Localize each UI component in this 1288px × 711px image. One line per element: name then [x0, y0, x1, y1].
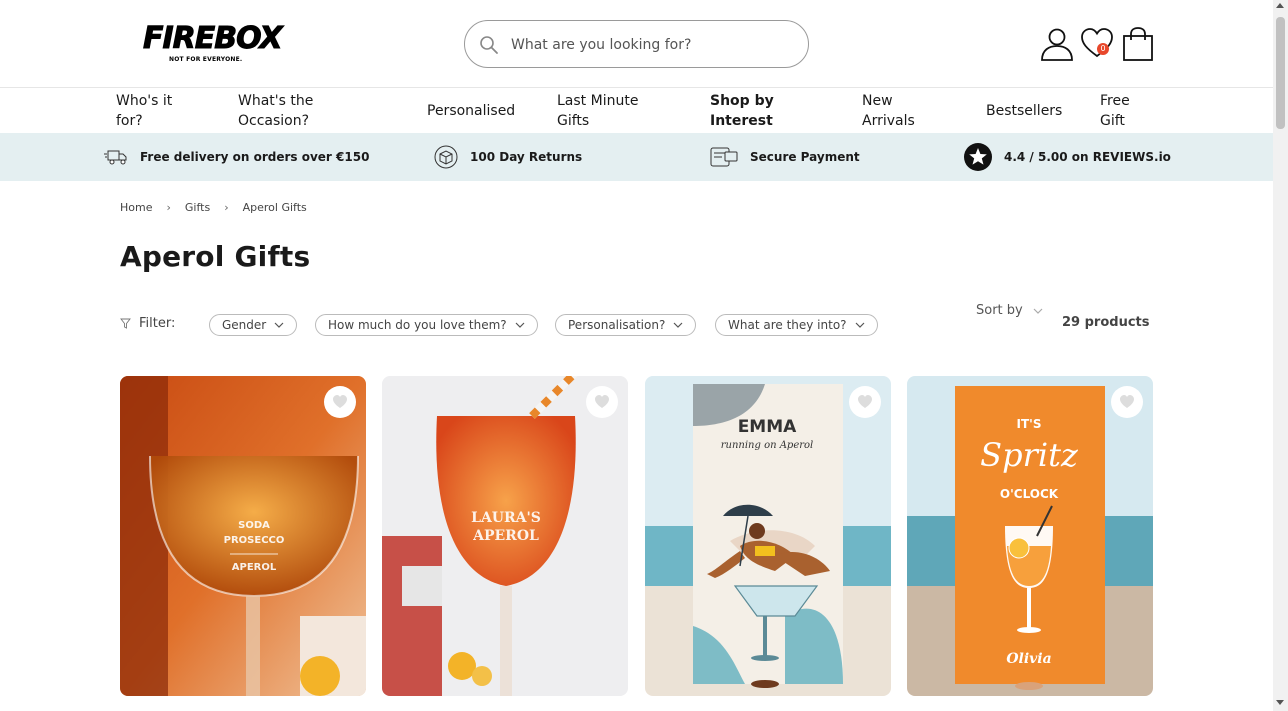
page-scrollbar[interactable]	[1273, 0, 1288, 711]
search-bar	[464, 20, 809, 68]
heart-icon	[858, 395, 872, 408]
sort-label: Sort by	[976, 303, 1023, 318]
star-badge-icon	[964, 143, 992, 171]
product-count: 29 products	[1062, 315, 1150, 330]
main-navigation: Who's it for? What's the Occasion? Persona…	[0, 89, 1273, 133]
card-icon	[710, 147, 738, 167]
svg-text:APEROL: APEROL	[232, 562, 277, 573]
scroll-up-arrow-icon[interactable]	[1276, 3, 1284, 8]
filter-pill-label: How much do you love them?	[328, 318, 507, 332]
svg-text:LAURA'S: LAURA'S	[471, 510, 541, 526]
nav-free-gift[interactable]: Free Gift	[1100, 91, 1130, 131]
chevron-right-icon: ›	[224, 201, 229, 214]
breadcrumb-current: Aperol Gifts	[242, 201, 307, 214]
breadcrumb: Home › Gifts › Aperol Gifts	[120, 201, 307, 214]
site-header: FIREBOX NOT FOR EVERYONE. 0	[0, 0, 1273, 88]
product-card[interactable]: LAURA'S APEROL	[382, 376, 628, 696]
filter-label-text: Filter:	[139, 316, 176, 331]
product-image[interactable]: EMMA running on Aperol	[645, 376, 891, 696]
wishlist-count-badge: 0	[1097, 43, 1109, 55]
chevron-right-icon: ›	[166, 201, 171, 214]
heart-icon	[595, 395, 609, 408]
chevron-down-icon	[515, 322, 525, 328]
nav-bestsellers[interactable]: Bestsellers	[986, 101, 1062, 121]
page-title: Aperol Gifts	[120, 240, 311, 273]
breadcrumb-home[interactable]: Home	[120, 201, 152, 214]
svg-text:O'CLOCK: O'CLOCK	[1000, 487, 1059, 501]
scrollbar-thumb[interactable]	[1276, 17, 1285, 129]
usp-secure-payment: Secure Payment	[710, 133, 860, 181]
add-to-wishlist-button[interactable]	[586, 386, 618, 418]
firebox-logo[interactable]: FIREBOX NOT FOR EVERYONE.	[143, 21, 284, 66]
usp-reviews[interactable]: 4.4 / 5.00 on REVIEWS.io	[964, 133, 1171, 181]
product-image[interactable]: IT'S Spritz O'CLOCK Olivia	[907, 376, 1153, 696]
filter-pill-label: What are they into?	[728, 318, 847, 332]
svg-text:SODA: SODA	[238, 520, 270, 531]
sort-dropdown[interactable]: Sort by	[976, 303, 1043, 318]
product-image[interactable]: SODA PROSECCO APEROL	[120, 376, 366, 696]
usp-label: Free delivery on orders over €150	[140, 150, 370, 164]
usp-label: 4.4 / 5.00 on REVIEWS.io	[1004, 150, 1171, 164]
nav-new-arrivals[interactable]: New Arrivals	[862, 91, 915, 131]
svg-text:running on Aperol: running on Aperol	[721, 440, 814, 451]
svg-text:Spritz: Spritz	[980, 436, 1079, 474]
product-card[interactable]: IT'S Spritz O'CLOCK Olivia	[907, 376, 1153, 696]
usp-label: 100 Day Returns	[470, 150, 583, 164]
search-input[interactable]	[511, 33, 791, 57]
logo-tagline: NOT FOR EVERYONE.	[169, 56, 243, 63]
scroll-down-arrow-icon[interactable]	[1276, 700, 1284, 705]
account-icon[interactable]	[1040, 26, 1074, 62]
product-card[interactable]: EMMA running on Aperol	[645, 376, 891, 696]
chevron-down-icon	[855, 322, 864, 328]
filter-label[interactable]: Filter:	[120, 316, 175, 331]
nav-personalised[interactable]: Personalised	[427, 101, 515, 121]
product-card[interactable]: SODA PROSECCO APEROL	[120, 376, 366, 696]
add-to-wishlist-button[interactable]	[849, 386, 881, 418]
filter-funnel-icon	[120, 318, 131, 329]
chevron-down-icon	[274, 322, 284, 328]
usp-returns: 100 Day Returns	[434, 133, 582, 181]
usp-free-delivery: Free delivery on orders over €150	[104, 133, 369, 181]
usp-bar: Free delivery on orders over €150 100 Da…	[0, 133, 1273, 181]
search-icon[interactable]	[479, 35, 499, 55]
svg-text:IT'S: IT'S	[1017, 417, 1042, 431]
filter-pill-label: Gender	[222, 318, 267, 332]
heart-icon	[333, 395, 347, 408]
truck-icon	[104, 150, 127, 165]
add-to-wishlist-button[interactable]	[1111, 386, 1143, 418]
filter-personalisation[interactable]: Personalisation?	[555, 314, 697, 336]
svg-text:APEROL: APEROL	[472, 528, 539, 544]
product-image[interactable]: LAURA'S APEROL	[382, 376, 628, 696]
svg-text:Olivia: Olivia	[1006, 651, 1051, 667]
nav-occasion[interactable]: What's the Occasion?	[238, 91, 313, 131]
logo-wordmark: FIREBOX	[143, 21, 284, 56]
box-return-icon	[434, 145, 458, 169]
filter-gender[interactable]: Gender	[209, 314, 298, 336]
svg-text:PROSECCO: PROSECCO	[224, 535, 285, 546]
breadcrumb-gifts[interactable]: Gifts	[185, 201, 210, 214]
wishlist-heart-icon[interactable]	[1080, 26, 1114, 62]
filter-pill-label: Personalisation?	[568, 318, 666, 332]
nav-shop-by-interest[interactable]: Shop by Interest	[710, 91, 774, 131]
heart-icon	[1120, 395, 1134, 408]
shopping-bag-icon[interactable]	[1121, 26, 1155, 62]
svg-text:EMMA: EMMA	[738, 417, 797, 437]
filter-love-level[interactable]: How much do you love them?	[315, 314, 538, 336]
nav-last-minute-gifts[interactable]: Last Minute Gifts	[557, 91, 638, 131]
chevron-down-icon	[673, 322, 683, 328]
nav-whos-it-for[interactable]: Who's it for?	[116, 91, 172, 131]
add-to-wishlist-button[interactable]	[324, 386, 356, 418]
chevron-down-icon	[1033, 308, 1043, 314]
filter-interests[interactable]: What are they into?	[715, 314, 878, 336]
usp-label: Secure Payment	[750, 150, 860, 164]
